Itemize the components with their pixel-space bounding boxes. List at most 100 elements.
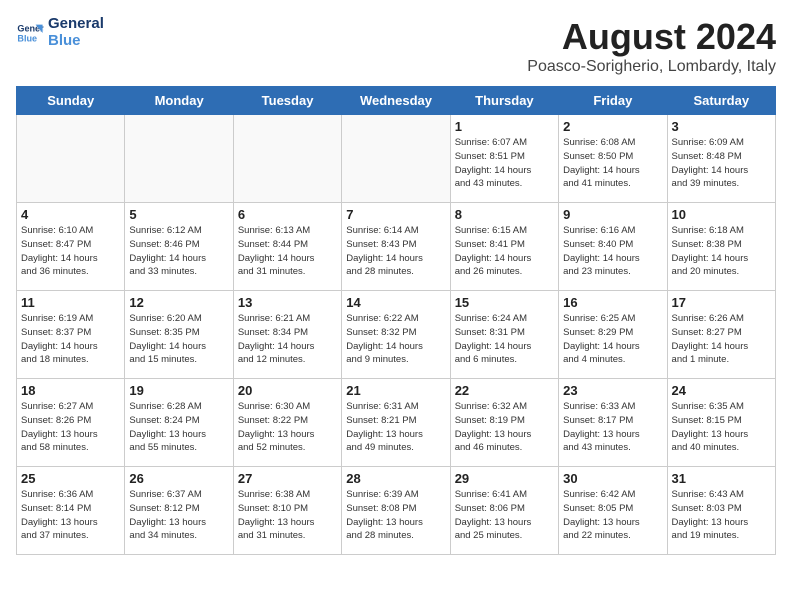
day-number: 7 <box>346 207 445 222</box>
day-info: Sunrise: 6:41 AM Sunset: 8:06 PM Dayligh… <box>455 488 554 543</box>
calendar-cell: 26 Sunrise: 6:37 AM Sunset: 8:12 PM Dayli… <box>125 467 233 555</box>
week-row-2: 4 Sunrise: 6:10 AM Sunset: 8:47 PM Daylig… <box>17 203 776 291</box>
day-number: 17 <box>672 295 771 310</box>
day-info: Sunrise: 6:37 AM Sunset: 8:12 PM Dayligh… <box>129 488 228 543</box>
day-info: Sunrise: 6:26 AM Sunset: 8:27 PM Dayligh… <box>672 312 771 367</box>
calendar-cell <box>342 115 450 203</box>
calendar-cell: 2 Sunrise: 6:08 AM Sunset: 8:50 PM Daylig… <box>559 115 667 203</box>
weekday-header-thursday: Thursday <box>450 87 558 115</box>
day-number: 30 <box>563 471 662 486</box>
day-number: 10 <box>672 207 771 222</box>
day-info: Sunrise: 6:10 AM Sunset: 8:47 PM Dayligh… <box>21 224 120 279</box>
day-info: Sunrise: 6:20 AM Sunset: 8:35 PM Dayligh… <box>129 312 228 367</box>
day-number: 20 <box>238 383 337 398</box>
day-number: 12 <box>129 295 228 310</box>
weekday-header-monday: Monday <box>125 87 233 115</box>
day-number: 14 <box>346 295 445 310</box>
calendar-cell: 11 Sunrise: 6:19 AM Sunset: 8:37 PM Dayli… <box>17 291 125 379</box>
logo-icon: General Blue <box>16 19 44 47</box>
day-info: Sunrise: 6:09 AM Sunset: 8:48 PM Dayligh… <box>672 136 771 191</box>
day-info: Sunrise: 6:39 AM Sunset: 8:08 PM Dayligh… <box>346 488 445 543</box>
calendar-cell: 28 Sunrise: 6:39 AM Sunset: 8:08 PM Dayli… <box>342 467 450 555</box>
weekday-header-row: SundayMondayTuesdayWednesdayThursdayFrid… <box>17 87 776 115</box>
day-info: Sunrise: 6:36 AM Sunset: 8:14 PM Dayligh… <box>21 488 120 543</box>
day-number: 21 <box>346 383 445 398</box>
header: General Blue General Blue August 2024 Po… <box>16 16 776 76</box>
day-number: 29 <box>455 471 554 486</box>
week-row-5: 25 Sunrise: 6:36 AM Sunset: 8:14 PM Dayli… <box>17 467 776 555</box>
calendar-cell: 22 Sunrise: 6:32 AM Sunset: 8:19 PM Dayli… <box>450 379 558 467</box>
day-number: 5 <box>129 207 228 222</box>
calendar-cell: 15Sunrise: 6:24 AM Sunset: 8:31 PM Dayli… <box>450 291 558 379</box>
day-number: 2 <box>563 119 662 134</box>
day-info: Sunrise: 6:22 AM Sunset: 8:32 PM Dayligh… <box>346 312 445 367</box>
day-number: 8 <box>455 207 554 222</box>
week-row-1: 1Sunrise: 6:07 AM Sunset: 8:51 PM Daylig… <box>17 115 776 203</box>
day-info: Sunrise: 6:43 AM Sunset: 8:03 PM Dayligh… <box>672 488 771 543</box>
calendar-cell: 14 Sunrise: 6:22 AM Sunset: 8:32 PM Dayli… <box>342 291 450 379</box>
day-number: 27 <box>238 471 337 486</box>
svg-text:Blue: Blue <box>17 33 37 43</box>
day-info: Sunrise: 6:08 AM Sunset: 8:50 PM Dayligh… <box>563 136 662 191</box>
calendar-cell: 24 Sunrise: 6:35 AM Sunset: 8:15 PM Dayli… <box>667 379 775 467</box>
calendar-cell: 27 Sunrise: 6:38 AM Sunset: 8:10 PM Dayli… <box>233 467 341 555</box>
calendar-cell: 18 Sunrise: 6:27 AM Sunset: 8:26 PM Dayli… <box>17 379 125 467</box>
calendar-cell: 31 Sunrise: 6:43 AM Sunset: 8:03 PM Dayli… <box>667 467 775 555</box>
day-info: Sunrise: 6:14 AM Sunset: 8:43 PM Dayligh… <box>346 224 445 279</box>
day-number: 13 <box>238 295 337 310</box>
day-number: 1 <box>455 119 554 134</box>
calendar-cell: 5 Sunrise: 6:12 AM Sunset: 8:46 PM Daylig… <box>125 203 233 291</box>
weekday-header-wednesday: Wednesday <box>342 87 450 115</box>
day-info: Sunrise: 6:19 AM Sunset: 8:37 PM Dayligh… <box>21 312 120 367</box>
day-info: Sunrise: 6:15 AM Sunset: 8:41 PM Dayligh… <box>455 224 554 279</box>
day-number: 28 <box>346 471 445 486</box>
calendar-cell <box>125 115 233 203</box>
calendar-cell: 1Sunrise: 6:07 AM Sunset: 8:51 PM Daylig… <box>450 115 558 203</box>
calendar-cell: 25 Sunrise: 6:36 AM Sunset: 8:14 PM Dayli… <box>17 467 125 555</box>
day-info: Sunrise: 6:32 AM Sunset: 8:19 PM Dayligh… <box>455 400 554 455</box>
day-number: 6 <box>238 207 337 222</box>
day-info: Sunrise: 6:31 AM Sunset: 8:21 PM Dayligh… <box>346 400 445 455</box>
calendar-cell: 30 Sunrise: 6:42 AM Sunset: 8:05 PM Dayli… <box>559 467 667 555</box>
calendar-cell: 13 Sunrise: 6:21 AM Sunset: 8:34 PM Dayli… <box>233 291 341 379</box>
weekday-header-sunday: Sunday <box>17 87 125 115</box>
calendar-cell: 7 Sunrise: 6:14 AM Sunset: 8:43 PM Daylig… <box>342 203 450 291</box>
day-info: Sunrise: 6:33 AM Sunset: 8:17 PM Dayligh… <box>563 400 662 455</box>
day-number: 24 <box>672 383 771 398</box>
calendar-cell: 12 Sunrise: 6:20 AM Sunset: 8:35 PM Dayli… <box>125 291 233 379</box>
calendar-cell: 10 Sunrise: 6:18 AM Sunset: 8:38 PM Dayli… <box>667 203 775 291</box>
day-number: 9 <box>563 207 662 222</box>
day-number: 3 <box>672 119 771 134</box>
logo-blue: Blue <box>48 33 104 50</box>
day-info: Sunrise: 6:27 AM Sunset: 8:26 PM Dayligh… <box>21 400 120 455</box>
day-info: Sunrise: 6:13 AM Sunset: 8:44 PM Dayligh… <box>238 224 337 279</box>
day-number: 26 <box>129 471 228 486</box>
day-number: 22 <box>455 383 554 398</box>
month-title: August 2024 <box>527 16 776 58</box>
day-info: Sunrise: 6:21 AM Sunset: 8:34 PM Dayligh… <box>238 312 337 367</box>
calendar-cell: 17 Sunrise: 6:26 AM Sunset: 8:27 PM Dayli… <box>667 291 775 379</box>
day-info: Sunrise: 6:18 AM Sunset: 8:38 PM Dayligh… <box>672 224 771 279</box>
day-number: 25 <box>21 471 120 486</box>
weekday-header-friday: Friday <box>559 87 667 115</box>
calendar-cell: 21 Sunrise: 6:31 AM Sunset: 8:21 PM Dayli… <box>342 379 450 467</box>
title-area: August 2024 Poasco-Sorigherio, Lombardy,… <box>527 16 776 76</box>
day-number: 31 <box>672 471 771 486</box>
calendar-cell: 8 Sunrise: 6:15 AM Sunset: 8:41 PM Daylig… <box>450 203 558 291</box>
calendar-cell <box>17 115 125 203</box>
weekday-header-tuesday: Tuesday <box>233 87 341 115</box>
day-info: Sunrise: 6:16 AM Sunset: 8:40 PM Dayligh… <box>563 224 662 279</box>
calendar-cell: 29 Sunrise: 6:41 AM Sunset: 8:06 PM Dayli… <box>450 467 558 555</box>
location-subtitle: Poasco-Sorigherio, Lombardy, Italy <box>527 58 776 76</box>
day-info: Sunrise: 6:42 AM Sunset: 8:05 PM Dayligh… <box>563 488 662 543</box>
logo-general: General <box>48 16 104 33</box>
calendar-cell: 16Sunrise: 6:25 AM Sunset: 8:29 PM Dayli… <box>559 291 667 379</box>
day-info: Sunrise: 6:35 AM Sunset: 8:15 PM Dayligh… <box>672 400 771 455</box>
calendar-cell: 23Sunrise: 6:33 AM Sunset: 8:17 PM Dayli… <box>559 379 667 467</box>
day-info: Sunrise: 6:12 AM Sunset: 8:46 PM Dayligh… <box>129 224 228 279</box>
day-number: 4 <box>21 207 120 222</box>
day-info: Sunrise: 6:38 AM Sunset: 8:10 PM Dayligh… <box>238 488 337 543</box>
day-number: 11 <box>21 295 120 310</box>
day-number: 18 <box>21 383 120 398</box>
day-number: 16 <box>563 295 662 310</box>
